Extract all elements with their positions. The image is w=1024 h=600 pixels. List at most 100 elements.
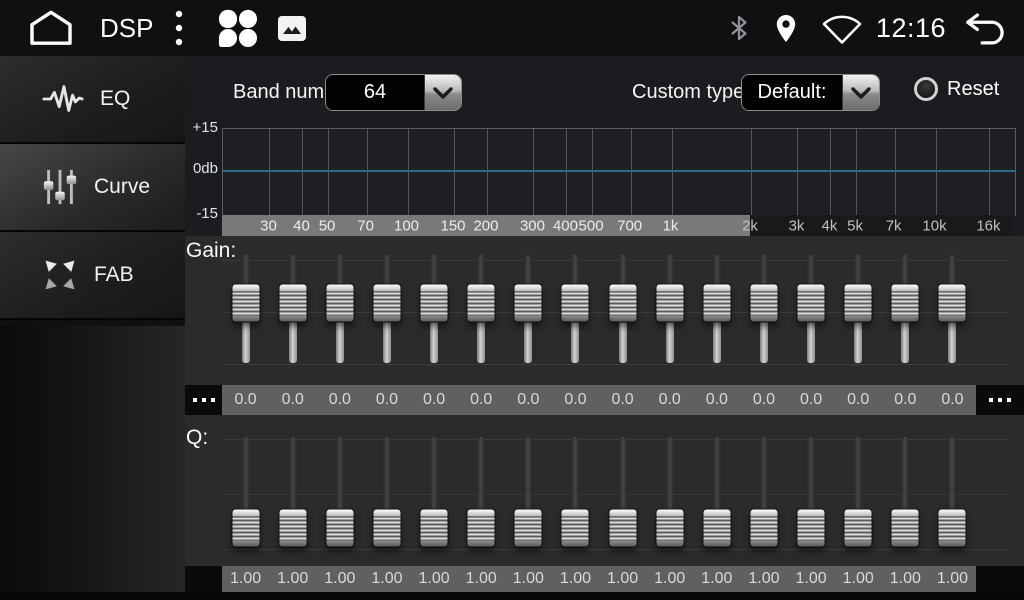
- gain-slider[interactable]: [835, 250, 882, 372]
- gain-slider[interactable]: [458, 250, 505, 372]
- gain-slider[interactable]: [316, 250, 363, 372]
- gain-slider[interactable]: [269, 250, 316, 372]
- q-slider[interactable]: [693, 424, 740, 550]
- gain-slider[interactable]: [222, 250, 269, 372]
- slider-knob[interactable]: [232, 509, 259, 546]
- slider-knob[interactable]: [798, 284, 825, 321]
- slider-knob[interactable]: [703, 284, 730, 321]
- menu-overflow-button[interactable]: [175, 9, 183, 47]
- gridline: [408, 129, 409, 216]
- gain-slider[interactable]: [411, 250, 458, 372]
- gain-slider[interactable]: [693, 250, 740, 372]
- freq-tick-label: 5k: [847, 217, 863, 234]
- custom-type-select[interactable]: Default:: [742, 75, 879, 110]
- gain-slider[interactable]: [552, 250, 599, 372]
- slider-knob[interactable]: [326, 509, 353, 546]
- q-slider[interactable]: [740, 424, 787, 550]
- freq-tick-label: 30: [260, 217, 277, 234]
- gain-slider[interactable]: [740, 250, 787, 372]
- sidebar-item-fab[interactable]: FAB: [0, 232, 185, 320]
- gain-slider[interactable]: [505, 250, 552, 372]
- gain-slider[interactable]: [646, 250, 693, 372]
- q-value: 1.00: [646, 566, 693, 592]
- gain-value: 0.0: [363, 385, 410, 415]
- y-tick-label: -15: [185, 205, 218, 222]
- gain-value: 0.0: [693, 385, 740, 415]
- slider-knob[interactable]: [232, 284, 259, 321]
- q-slider[interactable]: [882, 424, 929, 550]
- q-slider[interactable]: [363, 424, 410, 550]
- gain-value: 0.0: [316, 385, 363, 415]
- q-slider[interactable]: [788, 424, 835, 550]
- slider-knob[interactable]: [468, 284, 495, 321]
- gain-value: 0.0: [552, 385, 599, 415]
- q-slider[interactable]: [552, 424, 599, 550]
- slider-knob[interactable]: [845, 509, 872, 546]
- slider-knob[interactable]: [845, 284, 872, 321]
- gallery-button[interactable]: [277, 15, 307, 42]
- slider-knob[interactable]: [939, 509, 966, 546]
- gain-slider[interactable]: [599, 250, 646, 372]
- home-icon: [28, 9, 74, 47]
- slider-knob[interactable]: [892, 284, 919, 321]
- q-slider[interactable]: [835, 424, 882, 550]
- slider-knob[interactable]: [562, 509, 589, 546]
- slider-knob[interactable]: [421, 284, 448, 321]
- sidebar-item-eq[interactable]: EQ: [0, 56, 185, 144]
- slider-knob[interactable]: [798, 509, 825, 546]
- gain-slider[interactable]: [929, 250, 976, 372]
- home-button[interactable]: [28, 9, 74, 47]
- slider-knob[interactable]: [421, 509, 448, 546]
- freq-tick-label: 300: [520, 217, 545, 234]
- gain-slider[interactable]: [788, 250, 835, 372]
- gain-slider[interactable]: [363, 250, 410, 372]
- q-slider[interactable]: [929, 424, 976, 550]
- gridline: [989, 129, 990, 216]
- slider-knob[interactable]: [515, 509, 542, 546]
- slider-knob[interactable]: [892, 509, 919, 546]
- sidebar-item-label: Curve: [94, 175, 150, 199]
- slider-knob[interactable]: [373, 284, 400, 321]
- chevron-down-icon: [842, 75, 879, 110]
- gain-slider[interactable]: [882, 250, 929, 372]
- slider-knob[interactable]: [373, 509, 400, 546]
- back-button[interactable]: [962, 11, 1010, 46]
- slider-knob[interactable]: [279, 284, 306, 321]
- q-slider[interactable]: [411, 424, 458, 550]
- gridline: [367, 129, 368, 216]
- slider-knob[interactable]: [515, 284, 542, 321]
- q-slider[interactable]: [269, 424, 316, 550]
- sidebar-item-curve[interactable]: Curve: [0, 144, 185, 232]
- slider-knob[interactable]: [609, 284, 636, 321]
- gain-value: 0.0: [788, 385, 835, 415]
- slider-knob[interactable]: [562, 284, 589, 321]
- slider-knob[interactable]: [279, 509, 306, 546]
- slider-knob[interactable]: [609, 509, 636, 546]
- slider-knob[interactable]: [326, 284, 353, 321]
- q-value: 1.00: [505, 566, 552, 592]
- slider-knob[interactable]: [703, 509, 730, 546]
- gridline: [797, 129, 798, 216]
- band-num-select[interactable]: 64: [326, 75, 461, 110]
- slider-knob[interactable]: [656, 284, 683, 321]
- gain-more-left-button[interactable]: [185, 385, 222, 415]
- menu-overflow-icon: [175, 9, 183, 47]
- slider-knob[interactable]: [468, 509, 495, 546]
- slider-knob[interactable]: [750, 284, 777, 321]
- reset-button[interactable]: Reset: [914, 77, 999, 101]
- apps-button[interactable]: [217, 8, 259, 48]
- slider-knob[interactable]: [750, 509, 777, 546]
- q-slider[interactable]: [505, 424, 552, 550]
- q-slider[interactable]: [599, 424, 646, 550]
- q-slider[interactable]: [646, 424, 693, 550]
- q-slider[interactable]: [458, 424, 505, 550]
- slider-knob[interactable]: [939, 284, 966, 321]
- slider-knob[interactable]: [656, 509, 683, 546]
- q-slider[interactable]: [222, 424, 269, 550]
- freq-tick-label: 500: [579, 217, 604, 234]
- gridline: [830, 129, 831, 216]
- q-slider[interactable]: [316, 424, 363, 550]
- gridline: [566, 129, 567, 216]
- freq-tick-label: 10k: [922, 217, 946, 234]
- gain-more-right-button[interactable]: [976, 385, 1024, 415]
